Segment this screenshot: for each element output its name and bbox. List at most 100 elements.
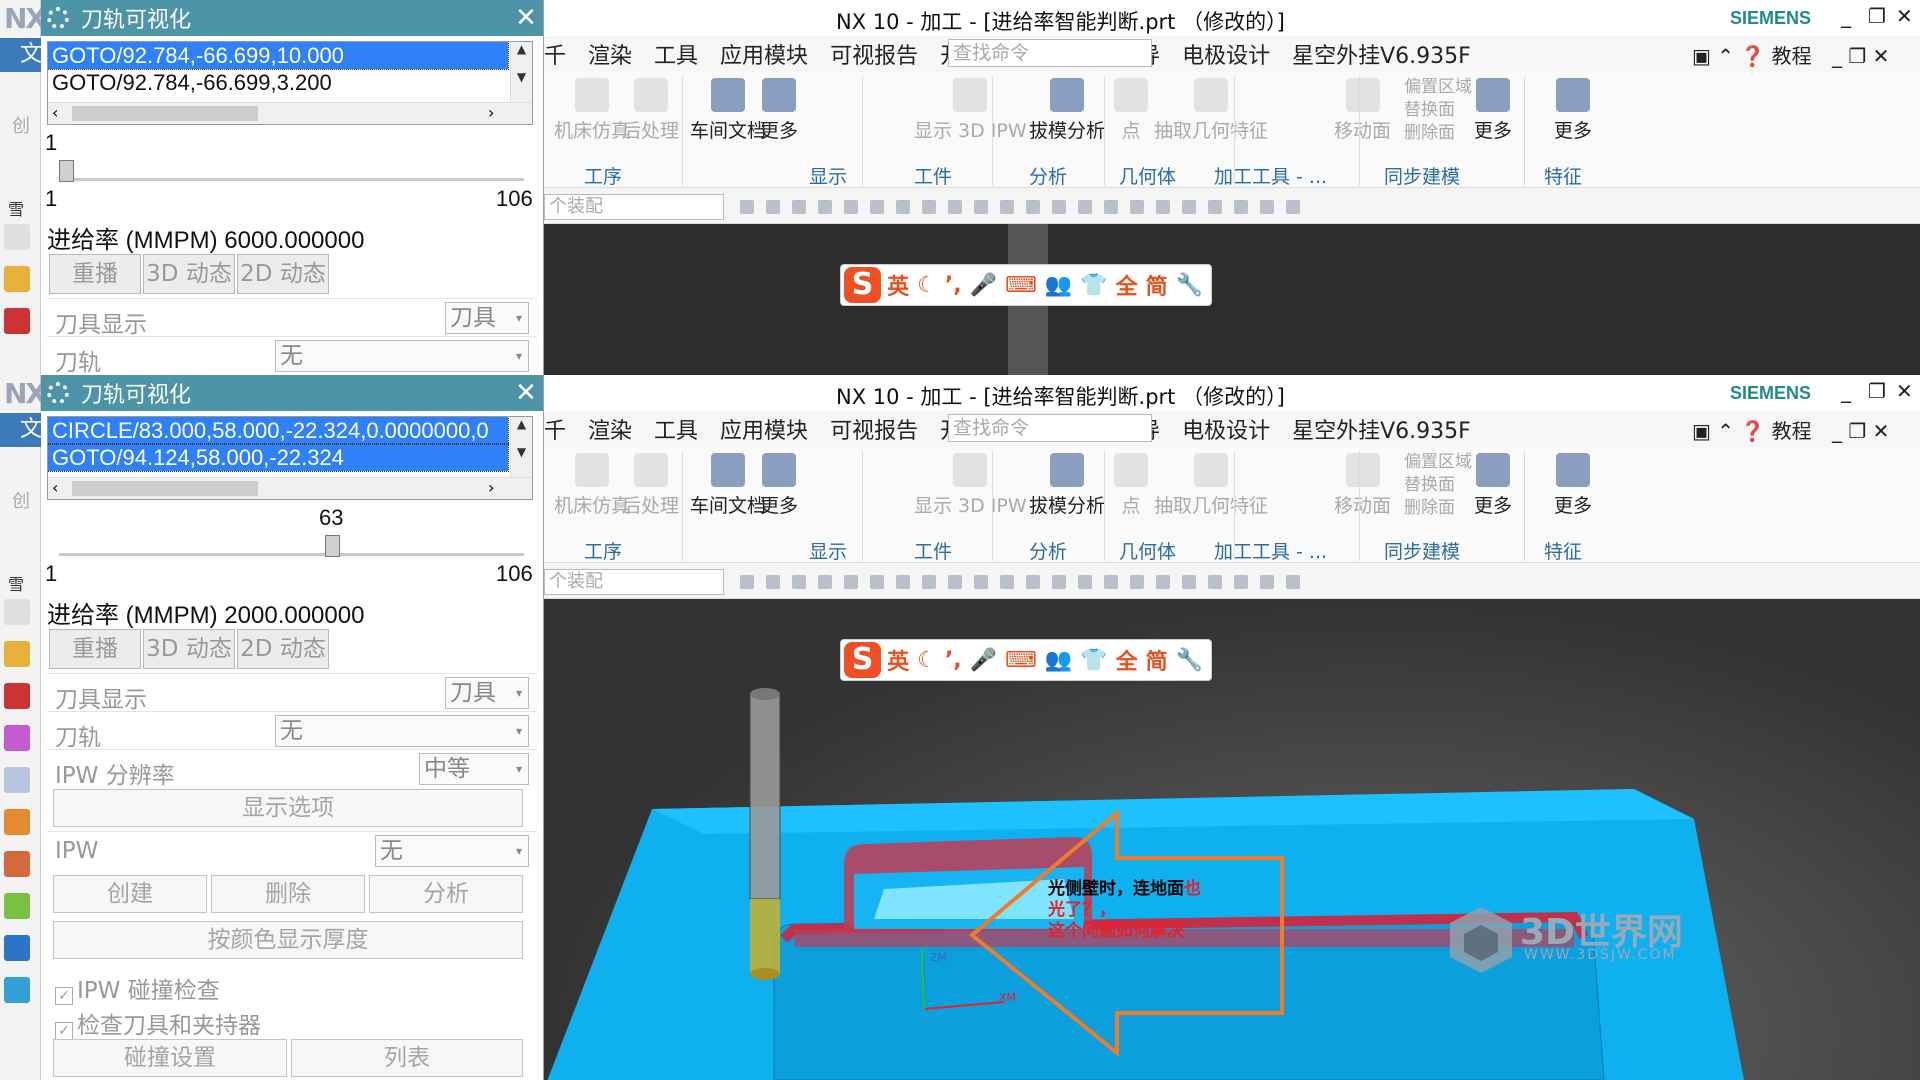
display-options-button[interactable]: 显示选项	[53, 789, 523, 827]
ipw-collision-checkbox[interactable]: ✓ IPW 碰撞检查	[55, 971, 220, 1005]
selection-filter-icon[interactable]	[1156, 575, 1170, 589]
selection-filter-icon[interactable]	[740, 575, 754, 589]
gear-icon[interactable]	[47, 7, 69, 29]
animation-slider-thumb[interactable]	[324, 535, 340, 557]
list-item[interactable]: GOTO/92.784,-66.699,10.000	[48, 42, 509, 70]
selection-filter-icon[interactable]	[766, 200, 780, 214]
scroll-right-icon[interactable]: ›	[488, 103, 494, 122]
quick-access-icon[interactable]: ▣ ⌃ ❓	[1692, 44, 1772, 68]
selection-filter-icon[interactable]	[1286, 200, 1300, 214]
ime-item[interactable]: ☾	[917, 648, 937, 673]
navigator-icon[interactable]	[4, 266, 30, 292]
ribbon-button[interactable]: 点	[1114, 453, 1148, 518]
file-tab[interactable]: 文	[0, 413, 42, 447]
selection-filter-icon[interactable]	[1078, 200, 1092, 214]
ribbon-group-label[interactable]: 几何体	[1119, 537, 1176, 564]
selection-filter-icon[interactable]	[896, 575, 910, 589]
tutorial-label[interactable]: 教程	[1772, 44, 1812, 68]
selection-filter-icon[interactable]	[1078, 575, 1092, 589]
path-list[interactable]: GOTO/92.784,-66.699,10.000 GOTO/92.784,-…	[47, 41, 533, 125]
animation-slider-track[interactable]	[59, 553, 524, 556]
menu-item[interactable]: 星空外挂V6.935F	[1292, 413, 1471, 445]
doc-minimize-icon[interactable]: _ ❐ ✕	[1832, 419, 1889, 443]
ribbon-button[interactable]: 后处理	[622, 78, 679, 143]
delete-button[interactable]: 删除	[211, 875, 365, 913]
create-button[interactable]: 创建	[53, 875, 207, 913]
selection-filter-icon[interactable]	[896, 200, 910, 214]
reuse-library-icon[interactable]	[4, 851, 30, 877]
graphics-window[interactable]: ZM XM 光侧壁时，连地面也 光了？， 这个问题如何解决 S 英 ☾ ’, 🎤 ⌨ 👥 👕 全…	[544, 599, 1920, 1080]
close-window-icon[interactable]: ✕	[1896, 4, 1913, 28]
ribbon-group-label[interactable]: 工序	[584, 162, 622, 189]
path-select[interactable]: 无	[275, 340, 529, 372]
ime-item[interactable]: 简	[1146, 269, 1168, 301]
menu-item[interactable]: 应用模块	[720, 413, 808, 445]
selection-filter-icon[interactable]	[1130, 200, 1144, 214]
ribbon-group-label[interactable]: 分析	[1029, 537, 1067, 564]
menu-item[interactable]: 可视报告	[830, 413, 918, 445]
ribbon-small-button[interactable]: 替换面	[1404, 95, 1455, 120]
ribbon-group-label[interactable]: 工件	[914, 162, 952, 189]
ribbon-small-button[interactable]: 偏置区域	[1404, 72, 1472, 97]
ribbon-group-label[interactable]: 显示	[809, 162, 847, 189]
ribbon-button[interactable]: 更多	[760, 453, 798, 518]
selection-filter-icon[interactable]	[1052, 200, 1066, 214]
vertical-scrollbar[interactable]: ▲ ▼	[510, 417, 532, 477]
assembly-filter[interactable]: 个装配	[544, 194, 724, 220]
menu-item[interactable]: 渲染	[588, 38, 632, 70]
selection-filter-icon[interactable]	[792, 200, 806, 214]
ribbon-button[interactable]: 移动面	[1334, 78, 1391, 143]
close-icon[interactable]: ✕	[509, 3, 543, 33]
ime-item[interactable]: 英	[887, 644, 909, 676]
ribbon-group-label[interactable]: 工序	[584, 537, 622, 564]
ipw-select[interactable]: 无	[375, 835, 529, 867]
menu-item[interactable]: 星空外挂V6.935F	[1292, 38, 1471, 70]
file-tab[interactable]: 文	[0, 38, 42, 72]
ime-item[interactable]: 👕	[1080, 648, 1107, 673]
ime-item[interactable]: 简	[1146, 644, 1168, 676]
selection-filter-icon[interactable]	[792, 575, 806, 589]
horizontal-scrollbar[interactable]: ‹ ›	[48, 477, 532, 499]
menu-item[interactable]: 千	[544, 38, 566, 70]
scroll-thumb[interactable]	[72, 481, 258, 496]
selection-filter-icon[interactable]	[974, 575, 988, 589]
palette-icon[interactable]	[4, 977, 30, 1003]
color-thickness-button[interactable]: 按颜色显示厚度	[53, 921, 523, 959]
tab-replay[interactable]: 重播	[49, 254, 141, 294]
tab-2d-dynamic[interactable]: 2D 动态	[237, 254, 329, 294]
ribbon-group-label[interactable]: 分析	[1029, 162, 1067, 189]
selection-filter-icon[interactable]	[1182, 200, 1196, 214]
ribbon-button[interactable]: 点	[1114, 78, 1148, 143]
ime-item[interactable]: ’,	[945, 648, 962, 673]
selection-filter-icon[interactable]	[1104, 575, 1118, 589]
selection-filter-icon[interactable]	[1234, 200, 1248, 214]
ribbon-button[interactable]: 移动面	[1334, 453, 1391, 518]
constraint-icon[interactable]	[4, 725, 30, 751]
machine-tool-icon[interactable]	[4, 809, 30, 835]
scroll-right-icon[interactable]: ›	[488, 478, 494, 497]
ribbon-button[interactable]: 后处理	[622, 453, 679, 518]
selection-filter-icon[interactable]	[974, 200, 988, 214]
assembly-icon[interactable]	[4, 683, 30, 709]
tutorial-label[interactable]: 教程	[1772, 419, 1812, 443]
settings-icon[interactable]	[4, 599, 30, 625]
selection-filter-icon[interactable]	[766, 575, 780, 589]
selection-filter-icon[interactable]	[922, 200, 936, 214]
tab-3d-dynamic[interactable]: 3D 动态	[143, 254, 235, 294]
selection-filter-icon[interactable]	[1208, 200, 1222, 214]
ipw-resolution-select[interactable]: 中等	[419, 753, 529, 785]
ribbon-button[interactable]: 显示 3D IPW	[914, 453, 1027, 518]
scroll-left-icon[interactable]: ‹	[52, 103, 58, 122]
ribbon-group-label[interactable]: 显示	[809, 537, 847, 564]
ime-item[interactable]: 🔧	[1176, 648, 1203, 673]
menu-item[interactable]: 工具	[654, 38, 698, 70]
selection-filter-icon[interactable]	[922, 575, 936, 589]
operation-navigator-icon[interactable]	[4, 767, 30, 793]
sogou-logo-icon[interactable]: S	[844, 267, 882, 303]
list-item[interactable]: GOTO/92.784,-66.699,3.200	[48, 69, 508, 96]
tab-2d-dynamic[interactable]: 2D 动态	[237, 629, 329, 669]
selection-filter-icon[interactable]	[1026, 575, 1040, 589]
selection-filter-icon[interactable]	[870, 200, 884, 214]
restore-icon[interactable]: ❐	[1868, 379, 1886, 403]
assembly-filter[interactable]: 个装配	[544, 569, 724, 595]
